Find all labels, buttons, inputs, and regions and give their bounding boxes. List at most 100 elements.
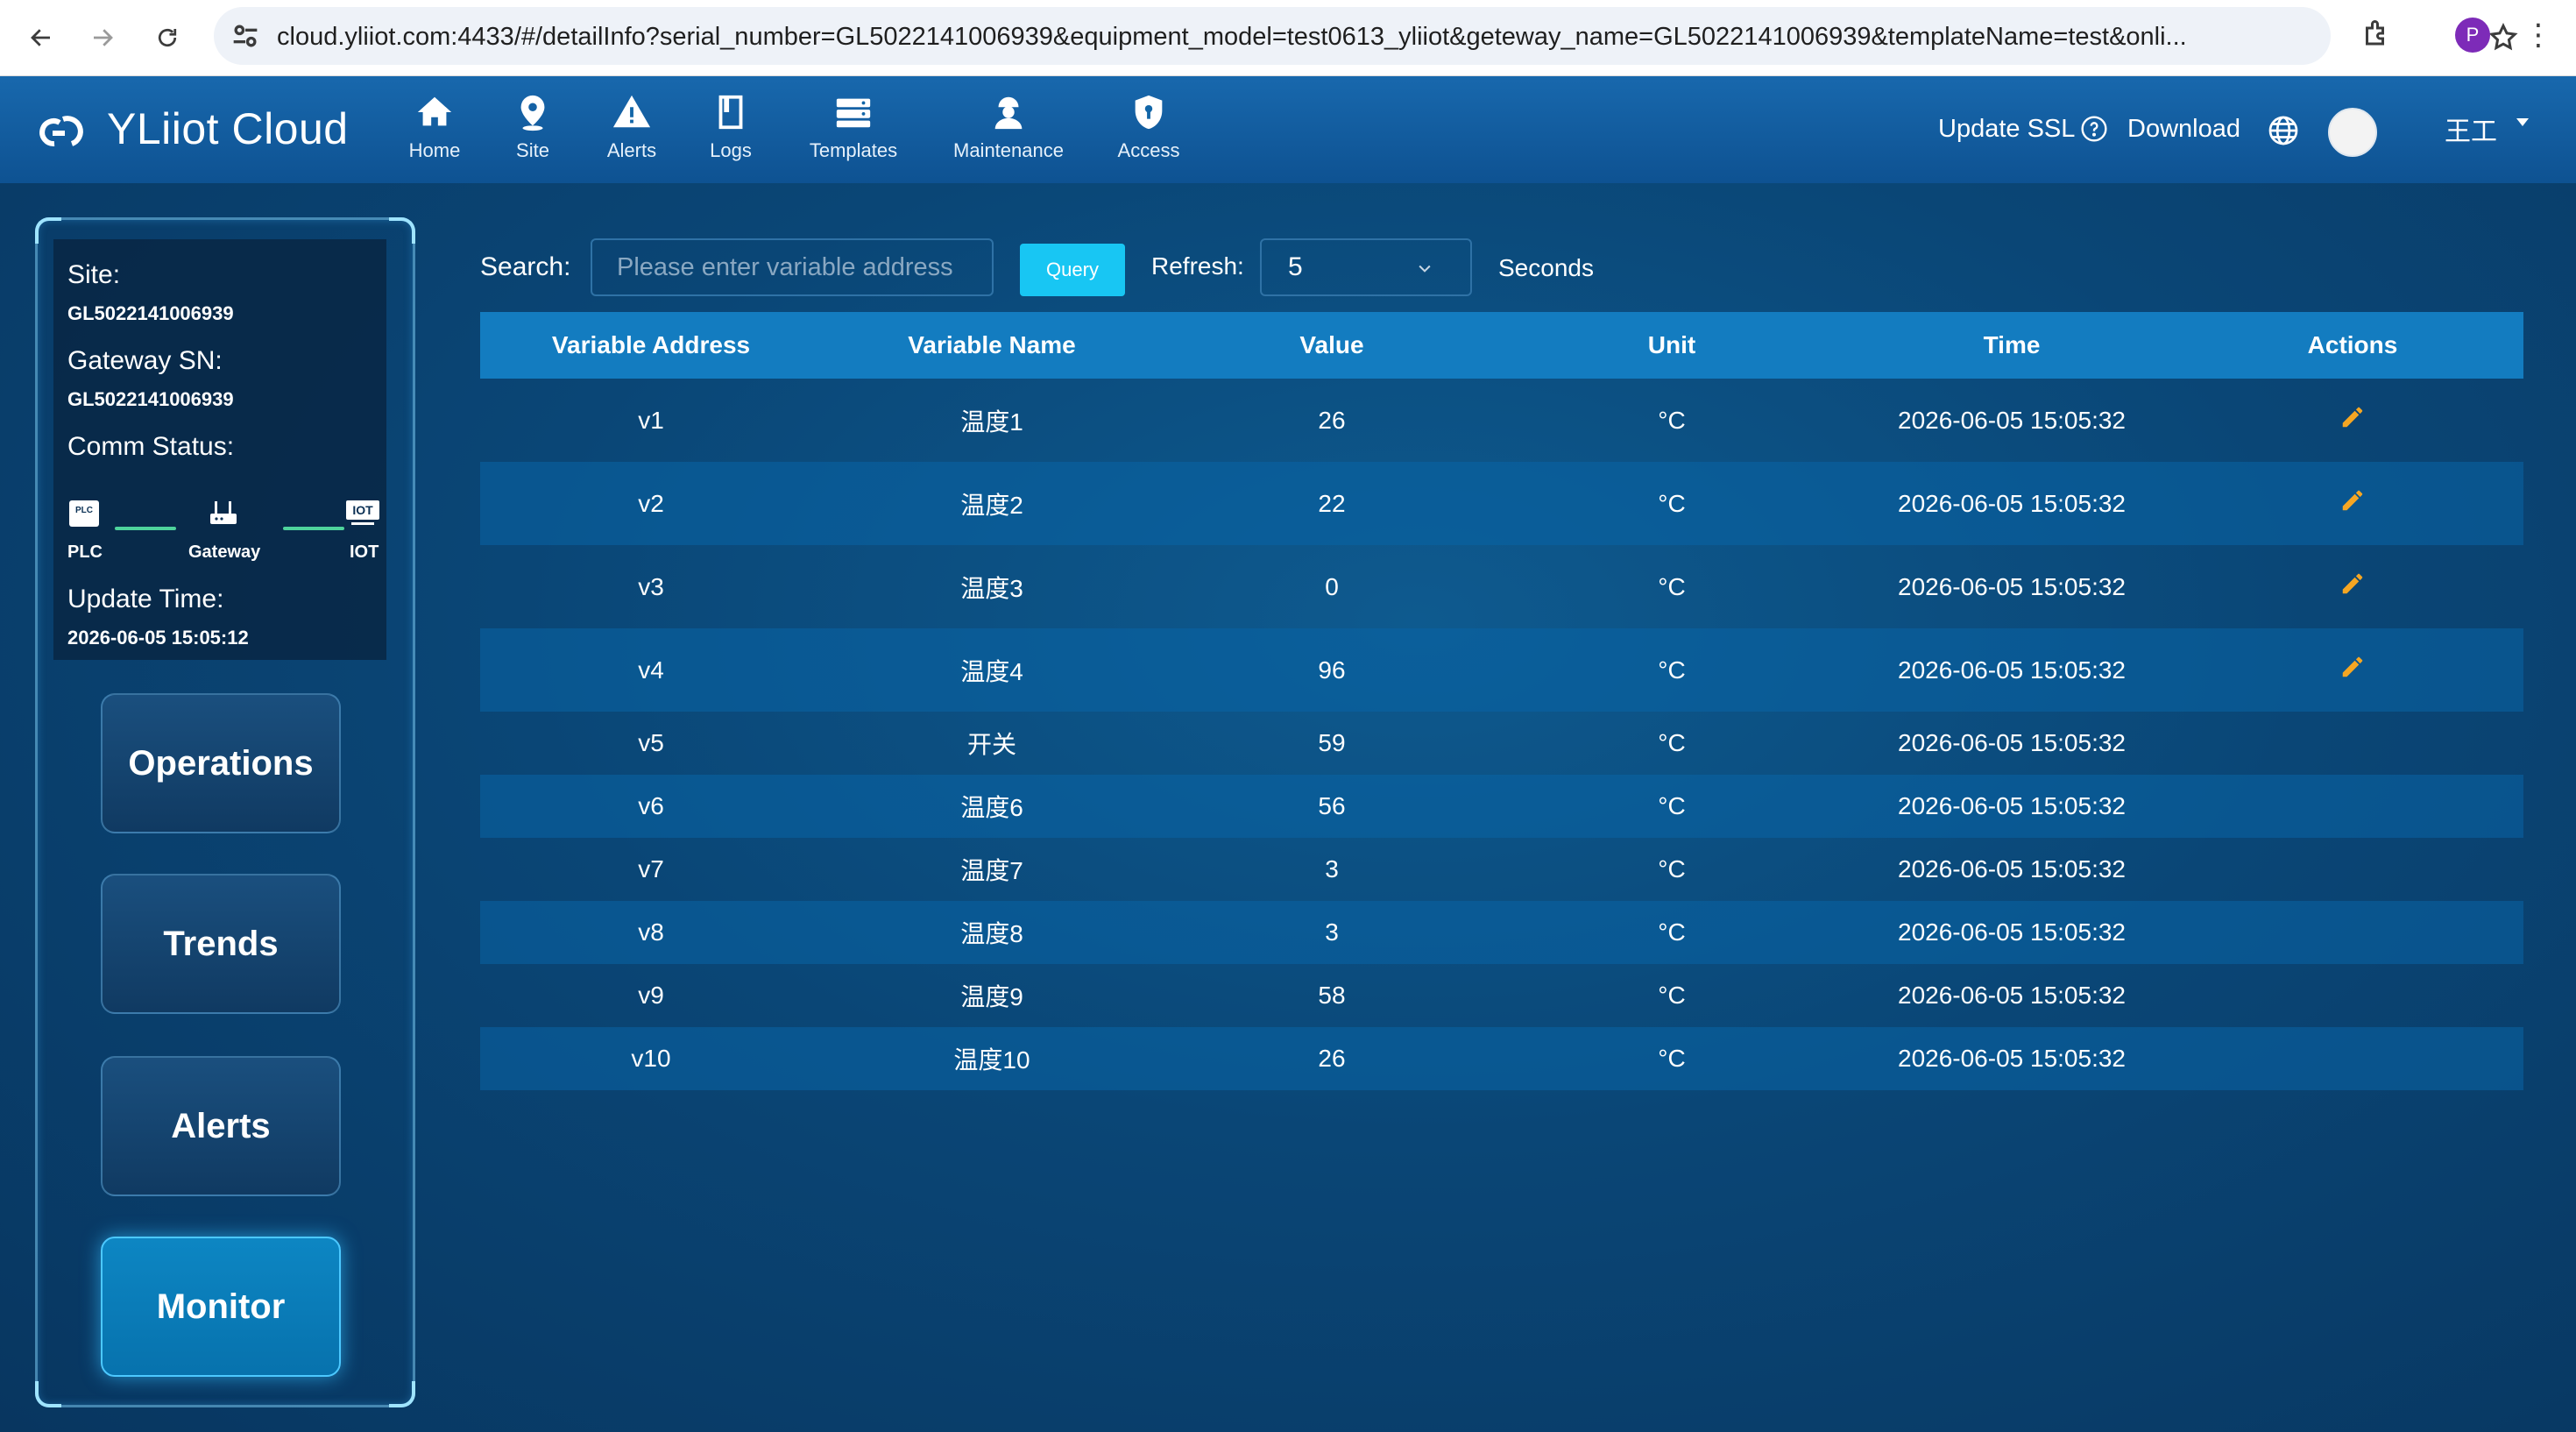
cell-unit: °C	[1658, 572, 1686, 600]
cell-value: 96	[1318, 656, 1346, 684]
avatar[interactable]	[2328, 108, 2377, 157]
comm-node-iot: IOT	[350, 542, 379, 562]
cell-actions	[2182, 487, 2523, 520]
cell-unit: °C	[1658, 982, 1686, 1009]
nav-home[interactable]: Home	[386, 92, 484, 171]
browser-profile-avatar[interactable]: P	[2455, 18, 2490, 53]
cell-unit: °C	[1658, 729, 1686, 756]
comm-node-plc: PLC	[67, 542, 103, 562]
pencil-icon[interactable]	[2339, 404, 2366, 430]
cell-name: 温度4	[960, 657, 1023, 685]
table-row: v7 温度7 3 °C 2026-06-05 15:05:32	[480, 838, 2523, 901]
extensions-icon[interactable]	[2360, 18, 2392, 49]
device-info-card: Site: GL5022141006939 Gateway SN: GL5022…	[53, 239, 386, 660]
router-icon	[210, 501, 237, 524]
cell-time: 2026-06-05 15:05:32	[1898, 406, 2126, 434]
update-ssl-link[interactable]: Update SSL	[1938, 115, 2075, 144]
download-link[interactable]: Download	[2127, 115, 2240, 144]
table-row: v4 温度4 96 °C 2026-06-05 15:05:32	[480, 628, 2523, 712]
help-icon[interactable]	[2080, 115, 2108, 143]
nav-access[interactable]: Access	[1090, 92, 1207, 171]
back-icon[interactable]	[23, 19, 60, 56]
pencil-icon[interactable]	[2339, 571, 2366, 597]
cell-actions	[2182, 571, 2523, 603]
nav-site[interactable]: Site	[484, 92, 582, 171]
operations-button[interactable]: Operations	[101, 693, 341, 833]
column-header-time: Time	[1983, 331, 2041, 358]
forward-icon[interactable]	[84, 19, 121, 56]
cell-value: 58	[1318, 982, 1346, 1009]
cell-address: v1	[638, 406, 664, 434]
cell-address: v3	[638, 572, 664, 600]
table-row: v1 温度1 26 °C 2026-06-05 15:05:32	[480, 379, 2523, 462]
pencil-icon[interactable]	[2339, 487, 2366, 514]
table-row: v2 温度2 22 °C 2026-06-05 15:05:32	[480, 462, 2523, 545]
refresh-label: Refresh:	[1151, 252, 1244, 280]
cell-time: 2026-06-05 15:05:32	[1898, 792, 2126, 819]
column-header-unit: Unit	[1647, 331, 1696, 358]
cell-unit: °C	[1658, 656, 1686, 684]
monitor-button[interactable]: Monitor	[101, 1237, 341, 1377]
url-text[interactable]: cloud.yliiot.com:4433/#/detailInfo?seria…	[277, 21, 2292, 53]
cell-unit: °C	[1658, 406, 1686, 434]
main-nav: Home Site Alerts Logs Templates Maintena…	[386, 92, 1207, 171]
nav-site-label: Site	[516, 139, 549, 161]
refresh-interval-select[interactable]: 5	[1260, 238, 1472, 296]
refresh-label-text: Refresh	[1151, 252, 1238, 280]
update-time-label: Update Time:	[67, 585, 224, 613]
location-pin-icon	[520, 95, 545, 131]
brand[interactable]: YLiiot Cloud	[37, 103, 349, 155]
cell-time: 2026-06-05 15:05:32	[1898, 918, 2126, 946]
pencil-icon[interactable]	[2339, 654, 2366, 680]
site-info-icon[interactable]	[228, 18, 263, 53]
cell-address: v2	[638, 489, 664, 517]
trends-button[interactable]: Trends	[101, 874, 341, 1014]
refresh-interval-value: 5	[1288, 252, 1303, 281]
cell-unit: °C	[1658, 1045, 1686, 1072]
caret-down-icon[interactable]	[2516, 118, 2529, 126]
alerts-button[interactable]: Alerts	[101, 1056, 341, 1196]
sidebar: Site: GL5022141006939 Gateway SN: GL5022…	[35, 217, 415, 1407]
cell-time: 2026-06-05 15:05:32	[1898, 656, 2126, 684]
cell-value: 26	[1318, 406, 1346, 434]
nav-alerts[interactable]: Alerts	[582, 92, 682, 171]
table-row: v5 开关 59 °C 2026-06-05 15:05:32	[480, 712, 2523, 775]
table-header: Variable Address Variable Name Value Uni…	[480, 312, 2523, 379]
cell-name: 温度7	[960, 857, 1023, 884]
nav-alerts-label: Alerts	[606, 139, 657, 161]
plc-icon-text: PLC	[75, 506, 93, 515]
comm-status-diagram: PLC IOT PLC Gateway IOT	[67, 499, 379, 569]
query-button[interactable]: Query	[1020, 244, 1125, 296]
nav-logs[interactable]: Logs	[682, 92, 780, 171]
cell-name: 温度9	[960, 983, 1023, 1010]
gateway-label: Gateway SN:	[67, 346, 223, 375]
worker-icon	[994, 96, 1023, 130]
book-icon	[718, 95, 743, 130]
cell-address: v8	[638, 918, 664, 946]
nav-templates-label: Templates	[809, 139, 898, 161]
cell-unit: °C	[1658, 918, 1686, 946]
cell-name: 开关	[966, 731, 1016, 758]
reload-icon[interactable]	[149, 19, 186, 56]
table-row: v3 温度3 0 °C 2026-06-05 15:05:32	[480, 545, 2523, 628]
cell-time: 2026-06-05 15:05:32	[1898, 572, 2126, 600]
comm-status-label: Comm Status:	[67, 432, 235, 461]
column-header-value: Value	[1299, 331, 1364, 358]
globe-icon[interactable]	[2268, 115, 2299, 146]
cell-address: v4	[638, 656, 664, 684]
more-icon[interactable]: ⋮	[2523, 16, 2553, 54]
user-name[interactable]: 王工	[2445, 110, 2497, 148]
search-input[interactable]	[591, 238, 994, 296]
address-bar[interactable]: cloud.yliiot.com:4433/#/detailInfo?seria…	[214, 7, 2518, 65]
app-header: YLiiot Cloud Home Site Alerts Logs Templ…	[0, 76, 2576, 183]
nav-maintenance[interactable]: Maintenance	[927, 92, 1090, 171]
table-row: v10 温度10 26 °C 2026-06-05 15:05:32	[480, 1027, 2523, 1090]
star-icon[interactable]	[2488, 22, 2519, 53]
nav-maintenance-label: Maintenance	[953, 139, 1064, 161]
shield-icon	[1135, 95, 1163, 130]
nav-templates[interactable]: Templates	[780, 92, 927, 171]
cell-actions	[2182, 654, 2523, 686]
table-row: v9 温度9 58 °C 2026-06-05 15:05:32	[480, 964, 2523, 1027]
comm-link-plc-gateway	[115, 527, 176, 530]
cell-unit: °C	[1658, 855, 1686, 883]
